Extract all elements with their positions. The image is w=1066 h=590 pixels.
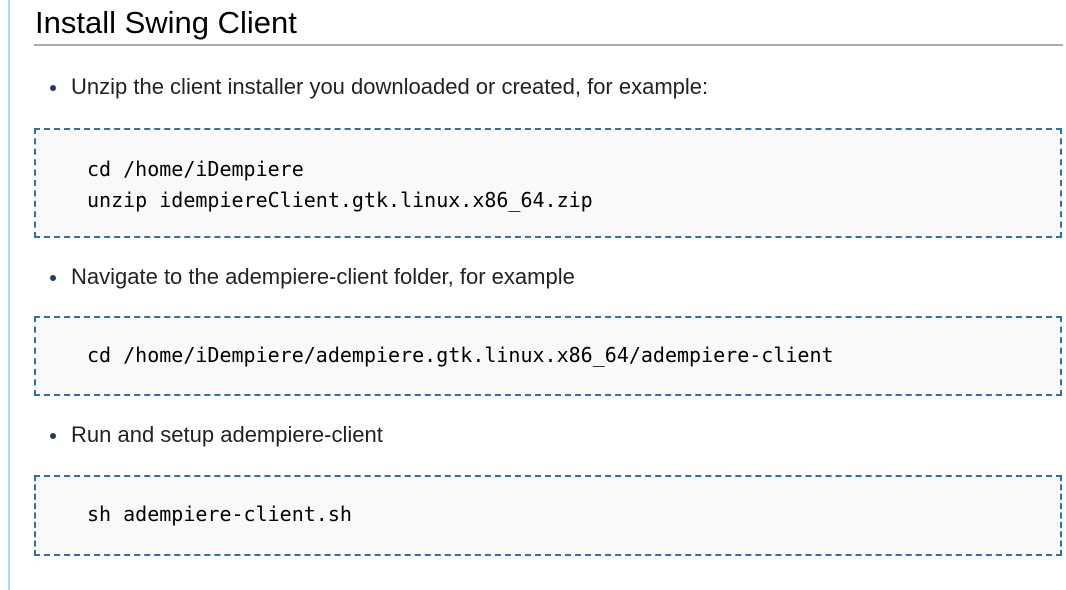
bullet-icon — [50, 433, 56, 439]
list-item-run: Run and setup adempiere-client — [34, 422, 1062, 448]
code-line[interactable]: cd /home/iDempiere/adempiere.gtk.linux.x… — [87, 340, 1060, 371]
list-item-text: Unzip the client installer you downloade… — [71, 74, 709, 99]
code-line[interactable]: cd /home/iDempiere — [87, 154, 1060, 185]
article-content: Install Swing Client Unzip the client in… — [34, 0, 1063, 556]
page-title: Install Swing Client — [34, 0, 1063, 46]
code-line[interactable]: unzip idempiereClient.gtk.linux.x86_64.z… — [87, 185, 1060, 216]
code-block-run[interactable]: sh adempiere-client.sh — [34, 475, 1062, 556]
list-item-text: Run and setup adempiere-client — [71, 422, 383, 447]
code-line[interactable]: sh adempiere-client.sh — [87, 499, 1060, 530]
code-block-unzip[interactable]: cd /home/iDempiere unzip idempiereClient.… — [34, 128, 1062, 238]
bullet-icon — [50, 275, 56, 281]
list-item-unzip: Unzip the client installer you downloade… — [34, 74, 1062, 100]
list-item-navigate: Navigate to the adempiere-client folder,… — [34, 264, 1062, 290]
bullet-icon — [50, 85, 56, 91]
code-block-navigate[interactable]: cd /home/iDempiere/adempiere.gtk.linux.x… — [34, 316, 1062, 396]
list-item-text: Navigate to the adempiere-client folder,… — [71, 264, 575, 289]
left-content-border — [8, 0, 10, 590]
